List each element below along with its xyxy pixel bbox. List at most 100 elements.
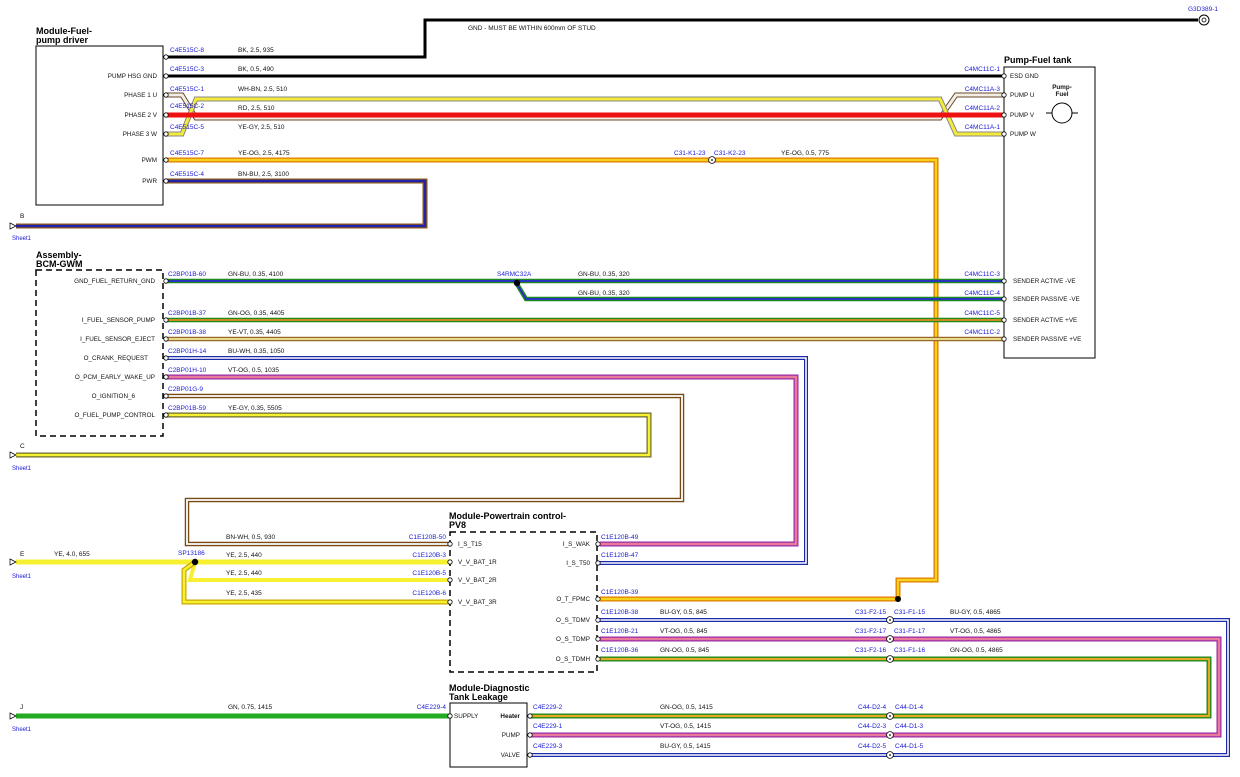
sheet-ref-name: Sheet1 (12, 466, 32, 472)
connector-id: C4E515C-4 (170, 171, 204, 178)
connector-id: C31-K1-23 (674, 150, 706, 157)
fpd-pin: PHASE 1 U (124, 92, 157, 99)
pcm-pin: O_T_FPMC (556, 596, 590, 603)
connector-id: C4E515C-7 (170, 150, 204, 157)
connector-id: C31-K2-23 (714, 150, 746, 157)
dtl-pin-valve: VALVE (501, 752, 520, 759)
connector-id: C31-F1-15 (894, 609, 925, 616)
fpd-title-2: pump driver (36, 35, 89, 45)
module-fuel-pump-driver: Module-Fuel- pump driver PUMP HSG GND PH… (35, 26, 164, 206)
wire-ign6[interactable] (166, 393, 685, 547)
pcm-pin: O_S_TDMV (556, 617, 591, 624)
wire-spec: GN-OG, 0.35, 4405 (228, 310, 285, 317)
dtl-pin-supply: SUPPLY (454, 713, 479, 720)
wire-spec: GN-OG, 0.5, 1415 (660, 704, 713, 711)
wire-spec: BK, 2.5, 935 (238, 47, 274, 54)
connector-id: C31-F2-17 (855, 628, 886, 635)
wire-spec: GN-OG, 0.5, 845 (660, 647, 710, 654)
splice-id: SP13186 (178, 550, 205, 557)
pcm-pin: I_S_WAK (563, 541, 591, 548)
fpd-pin: PWM (142, 157, 157, 164)
bcm-pin: O_CRANK_REQUEST (84, 355, 149, 362)
wire-spec: VT-OG, 0.5, 4865 (950, 628, 1001, 635)
connector-id: C44-D1-3 (895, 723, 924, 730)
connector-id: C1E120B-39 (601, 589, 639, 596)
wire-spec: YE-VT, 0.35, 4405 (228, 329, 281, 336)
wire-spec: YE, 2.5, 440 (226, 552, 262, 559)
wire-spec: GN, 0.75, 1415 (228, 704, 272, 711)
connector-id: C1E120B-49 (601, 534, 639, 541)
inline-connectors (708, 156, 894, 759)
bcm-pin: O_FUEL_PUMP_CONTROL (75, 412, 156, 419)
wire-spec: VT-OG, 0.5, 1415 (660, 723, 711, 730)
tank-pin: PUMP V (1010, 112, 1035, 119)
sheet-ref-letter: E (20, 551, 25, 558)
connector-id: C4E515C-5 (170, 124, 204, 131)
connector-id: C1E120B-3 (412, 552, 446, 559)
fpd-pin: PUMP HSG GND (108, 73, 158, 80)
bcm-pin: O_PCM_EARLY_WAKE_UP (75, 374, 155, 381)
wire-spec: YE-GY, 2.5, 510 (238, 124, 285, 131)
module-dtl: Module-Diagnostic Tank Leakage SUPPLY He… (449, 683, 530, 768)
connector-id: C4E229-1 (533, 723, 563, 730)
pcm-pin: I_S_T15 (458, 541, 482, 548)
pcm-title-1: Module-Powertrain control- (449, 511, 566, 521)
pcm-pin: V_V_BAT_3R (458, 599, 497, 606)
ground-note: GND - MUST BE WITHIN 600mm OF STUD (468, 25, 596, 32)
connector-id: C31-F2-16 (855, 647, 886, 654)
splice-pwm-dot[interactable] (895, 596, 901, 602)
wire-spec: BU-GY, 0.5, 4865 (950, 609, 1001, 616)
tank-box[interactable] (1003, 66, 1096, 359)
sheet-ref-letter: C (20, 443, 25, 450)
connector-id: C1E120B-38 (601, 609, 639, 616)
wire-pwr[interactable] (16, 178, 428, 229)
sheet-ref-e[interactable]: E Sheet1 (9, 551, 32, 580)
wire-spec: YE-OG, 0.5, 775 (781, 150, 829, 157)
ground-stud-icon[interactable] (1198, 14, 1210, 26)
connector-id: C44-D2-5 (858, 743, 887, 750)
wire-spec: YE, 4.0, 655 (54, 551, 90, 558)
connector-id: C4E515C-1 (170, 86, 204, 93)
connector-id: C1E120B-5 (412, 570, 446, 577)
wire-spec: GN-OG, 0.5, 4865 (950, 647, 1003, 654)
connector-id: C2BP01B-38 (168, 329, 206, 336)
connector-id: C2BP01B-59 (168, 405, 206, 412)
wire-spec: YE, 2.5, 435 (226, 590, 262, 597)
pcm-title-2: PV8 (449, 520, 466, 530)
wire-spec: GN-BU, 0.35, 320 (578, 271, 630, 278)
wire-spec: BU-WH, 0.35, 1050 (228, 348, 285, 355)
tank-pin: PUMP W (1010, 131, 1036, 138)
splice-pcm-dot[interactable] (191, 558, 199, 566)
fpd-pin: PWR (142, 178, 157, 185)
sheet-ref-name: Sheet1 (12, 727, 32, 733)
connector-id: C2BP01B-60 (168, 271, 206, 278)
connector-id: C1E120B-6 (412, 590, 446, 597)
splice-bcm-dot[interactable] (513, 279, 521, 287)
wire-spec: YE-OG, 2.5, 4175 (238, 150, 290, 157)
pcm-pin: V_V_BAT_2R (458, 577, 497, 584)
dtl-title-2: Tank Leakage (449, 692, 508, 702)
wire-fpc[interactable] (16, 412, 652, 458)
connector-id: C1E120B-47 (601, 552, 639, 559)
module-pcm: Module-Powertrain control- PV8 I_S_T15 V… (449, 511, 598, 673)
tank-title: Pump-Fuel tank (1004, 55, 1072, 65)
module-pump-fuel-tank: Pump-Fuel tank ESD GND PUMP U PUMP V PUM… (1003, 55, 1096, 359)
connector-id: C44-D2-4 (858, 704, 887, 711)
pcm-pin: O_S_TDMH (556, 656, 591, 663)
connector-id: C2BP01B-37 (168, 310, 206, 317)
tank-pin: SENDER ACTIVE +VE (1013, 317, 1077, 324)
sheet-ref-letter: J (20, 704, 23, 711)
connector-id: C2BP01G-9 (168, 386, 203, 393)
wire-gnd-stud[interactable] (166, 18, 1198, 59)
connector-id: C2BP01H-10 (168, 367, 207, 374)
wire-spec: BU-GY, 0.5, 1415 (660, 743, 711, 750)
connector-id: C1E120B-21 (601, 628, 639, 635)
wire-spec: RD, 2.5, 510 (238, 105, 275, 112)
bcm-pin: O_IGNITION_6 (92, 393, 136, 400)
connector-id: C44-D2-3 (858, 723, 887, 730)
tank-pin: PUMP U (1010, 92, 1035, 99)
connector-id: C4E515C-8 (170, 47, 204, 54)
wire-spec: VT-OG, 0.5, 845 (660, 628, 708, 635)
connector-id: C4MC11C-5 (964, 310, 1000, 317)
tank-pin: SENDER ACTIVE -VE (1013, 278, 1076, 285)
